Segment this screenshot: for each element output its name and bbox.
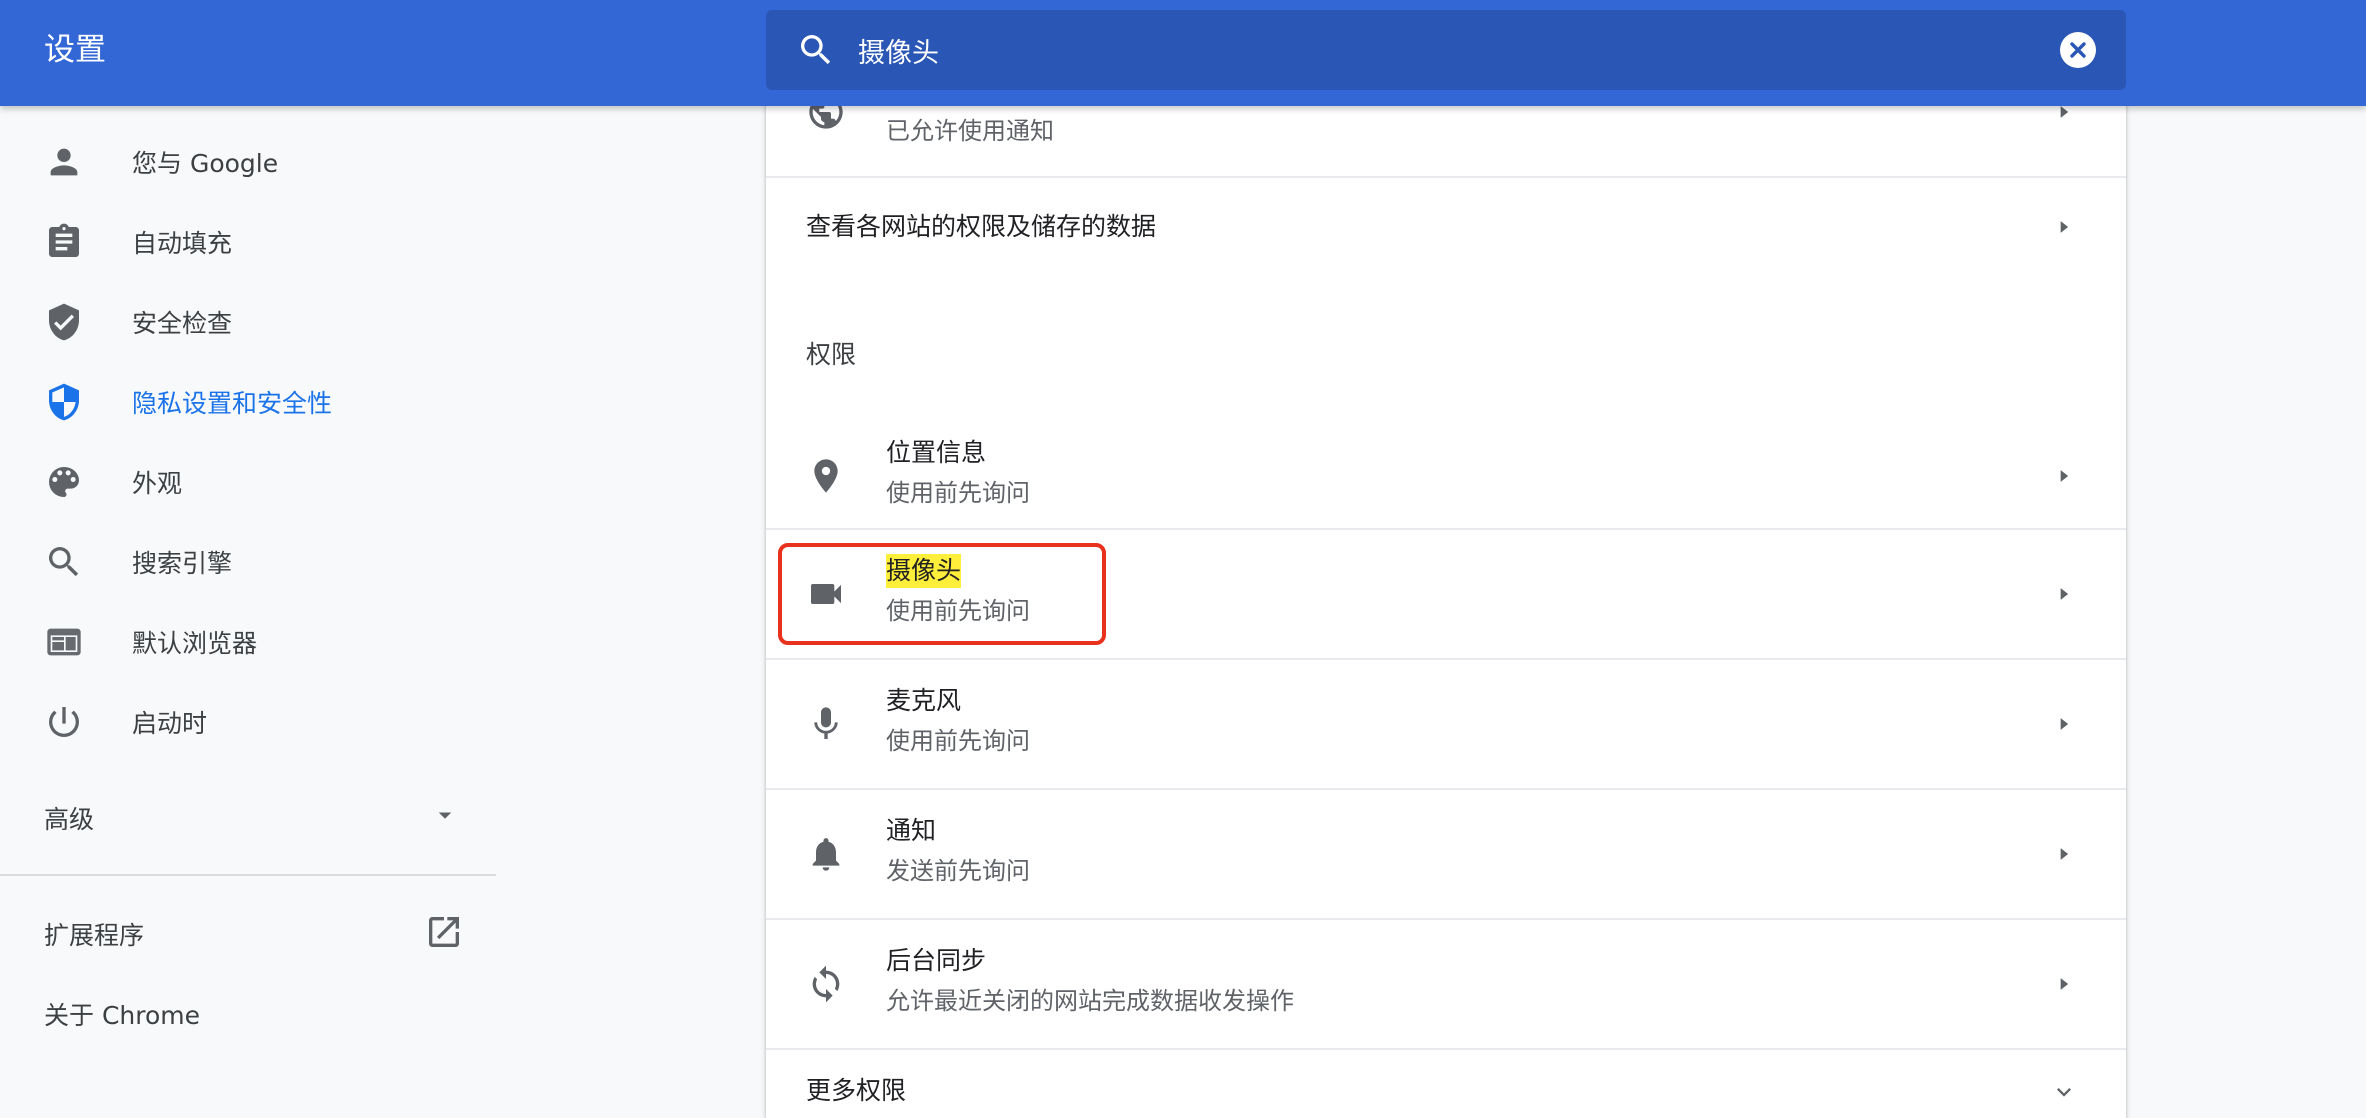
permission-title: 麦克风: [886, 686, 962, 715]
arrow-right-icon: [2060, 978, 2069, 990]
permission-row-notifications[interactable]: 通知 发送前先询问: [766, 790, 2126, 918]
permission-subtitle: 允许最近关闭的网站完成数据收发操作: [886, 987, 1294, 1015]
permission-subtitle: 使用前先询问: [886, 597, 1030, 625]
sidebar: 您与 Google 自动填充 安全检查 隐私设置和安全性 外观 搜索引擎 默认浏…: [0, 106, 496, 1118]
sidebar-item-label: 搜索引擎: [132, 549, 233, 578]
bell-icon: [812, 838, 840, 871]
permission-row-location[interactable]: 位置信息 使用前先询问: [766, 412, 2126, 540]
arrow-right-icon: [2060, 848, 2069, 860]
permission-title: 通知: [886, 816, 937, 845]
arrow-right-icon: [2060, 718, 2069, 730]
sidebar-item-search-engine[interactable]: 搜索引擎: [0, 522, 496, 602]
permission-row-background-sync[interactable]: 后台同步 允许最近关闭的网站完成数据收发操作: [766, 920, 2126, 1048]
search-icon: [49, 547, 79, 577]
arrow-right-icon: [2060, 588, 2069, 600]
arrow-right-icon: [2060, 221, 2069, 233]
microphone-icon: [814, 707, 838, 739]
permission-subtitle: 使用前先询问: [886, 727, 1030, 755]
sidebar-item-extensions[interactable]: 扩展程序: [0, 892, 496, 972]
site-permissions-data-row[interactable]: 查看各网站的权限及储存的数据: [766, 178, 2126, 276]
arrow-right-icon: [2060, 470, 2069, 482]
sidebar-item-about-chrome[interactable]: 关于 Chrome: [0, 972, 496, 1052]
palette-icon: [49, 467, 79, 497]
sidebar-item-label: 安全检查: [132, 309, 233, 338]
permissions-section-header: 权限: [806, 340, 857, 369]
permission-title: 位置信息: [886, 438, 987, 467]
permission-subtitle: 使用前先询问: [886, 479, 1030, 507]
permission-row-camera[interactable]: 摄像头 使用前先询问: [766, 530, 2126, 658]
clipboard-icon: [49, 223, 79, 257]
settings-card: 已允许使用通知 查看各网站的权限及储存的数据 权限 位置信息 使用前先询问 摄像…: [766, 60, 2126, 1118]
permission-title: 摄像头: [886, 554, 962, 588]
sidebar-item-label: 您与 Google: [132, 149, 279, 178]
page-title: 设置: [44, 32, 106, 68]
person-icon: [50, 148, 78, 176]
browser-window-icon: [47, 628, 81, 656]
sidebar-item-default-browser[interactable]: 默认浏览器: [0, 602, 496, 682]
chevron-down-icon: [2057, 1088, 2071, 1097]
power-icon: [48, 707, 79, 737]
sidebar-item-appearance[interactable]: 外观: [0, 442, 496, 522]
app-header: 设置: [0, 0, 2366, 106]
sidebar-item-you-and-google[interactable]: 您与 Google: [0, 122, 496, 202]
sync-icon: [812, 965, 840, 1003]
clear-search-icon[interactable]: [2060, 32, 2096, 68]
search-input[interactable]: [858, 26, 2008, 74]
sidebar-item-privacy[interactable]: 隐私设置和安全性: [0, 362, 496, 442]
sidebar-divider: [0, 874, 496, 876]
open-in-new-icon: [429, 917, 459, 947]
extensions-label: 扩展程序: [44, 921, 145, 950]
camera-icon: [811, 584, 841, 604]
more-permissions-label: 更多权限: [806, 1076, 907, 1105]
sidebar-item-safety-check[interactable]: 安全检查: [0, 282, 496, 362]
sidebar-item-label: 隐私设置和安全性: [132, 389, 333, 418]
shield-check-icon: [49, 303, 79, 341]
more-permissions-row[interactable]: 更多权限: [766, 1050, 2126, 1118]
sidebar-item-on-startup[interactable]: 启动时: [0, 682, 496, 762]
sidebar-item-autofill[interactable]: 自动填充: [0, 202, 496, 282]
sidebar-item-label: 外观: [132, 469, 183, 498]
permission-row-microphone[interactable]: 麦克风 使用前先询问: [766, 660, 2126, 788]
sidebar-item-label: 默认浏览器: [132, 629, 258, 658]
shield-half-icon: [49, 383, 79, 421]
site-data-label: 查看各网站的权限及储存的数据: [806, 212, 1157, 241]
permission-title: 后台同步: [886, 946, 987, 975]
search-icon: [801, 35, 831, 65]
advanced-toggle[interactable]: 高级: [0, 776, 496, 856]
advanced-label: 高级: [44, 805, 95, 834]
sidebar-item-label: 启动时: [132, 709, 208, 738]
search-box[interactable]: [766, 10, 2126, 90]
location-pin-icon: [814, 459, 838, 493]
permission-subtitle: 发送前先询问: [886, 857, 1030, 885]
caret-down-icon: [438, 812, 452, 819]
sidebar-item-label: 自动填充: [132, 229, 233, 258]
about-chrome-label: 关于 Chrome: [44, 1001, 201, 1030]
notifications-allowed-subtitle: 已允许使用通知: [886, 117, 1054, 145]
